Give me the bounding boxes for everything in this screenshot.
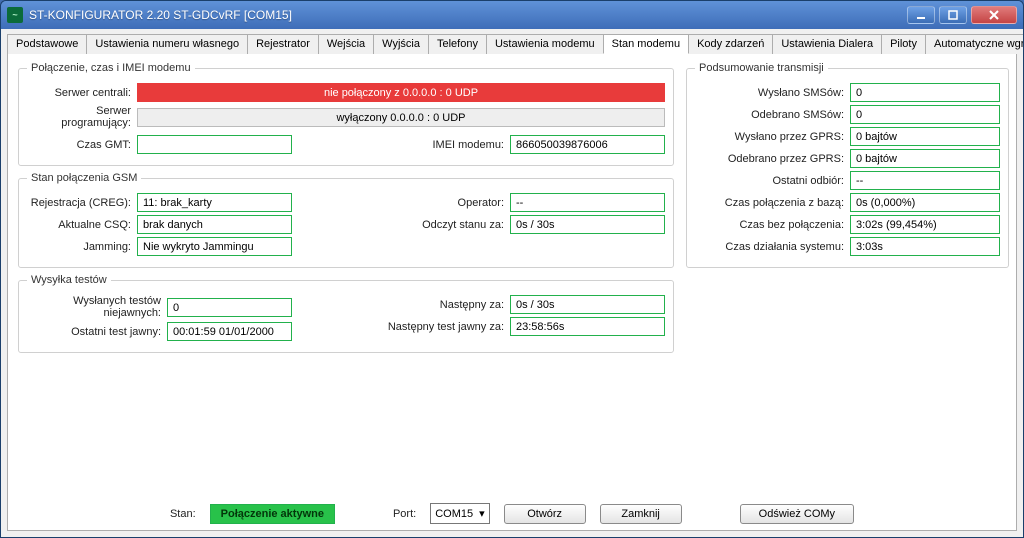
value-czas-sys: 3:03s <box>850 237 1000 256</box>
value-csq: brak danych <box>137 215 292 234</box>
tab-7[interactable]: Stan modemu <box>603 34 689 54</box>
label-csq: Aktualne CSQ: <box>27 219 137 231</box>
group-tests-title: Wysyłka testów <box>27 274 111 286</box>
tab-5[interactable]: Telefony <box>428 34 487 54</box>
label-wysl-test: Wysłanych testów niejawnych: <box>27 295 167 319</box>
group-gsm: Stan połączenia GSM Rejestracja (CREG):1… <box>18 172 674 268</box>
value-odeb-sms: 0 <box>850 105 1000 124</box>
tab-10[interactable]: Piloty <box>881 34 926 54</box>
group-connection-title: Połączenie, czas i IMEI modemu <box>27 62 195 74</box>
tab-2[interactable]: Rejestrator <box>247 34 319 54</box>
tab-content: Połączenie, czas i IMEI modemu Serwer ce… <box>7 54 1017 506</box>
port-select[interactable]: COM15 ▾ <box>430 503 489 524</box>
label-serwer-centrali: Serwer centrali: <box>27 87 137 99</box>
group-tests: Wysyłka testów Wysłanych testów niejawny… <box>18 274 674 353</box>
group-summary: Podsumowanie transmisji Wysłano SMSów: 0 … <box>686 62 1009 268</box>
value-wysl-sms: 0 <box>850 83 1000 102</box>
close-button[interactable] <box>971 6 1017 24</box>
status-bar: Stan: Połączenie aktywne Port: COM15 ▾ O… <box>7 497 1017 531</box>
value-imei: 866050039876006 <box>510 135 665 154</box>
tab-1[interactable]: Ustawienia numeru własnego <box>86 34 248 54</box>
label-nast: Następny za: <box>352 299 510 311</box>
value-nast-jawny: 23:58:56s <box>510 317 665 336</box>
maximize-button[interactable] <box>939 6 967 24</box>
tab-6[interactable]: Ustawienia modemu <box>486 34 604 54</box>
label-odeb-gprs: Odebrano przez GPRS: <box>695 153 850 165</box>
label-odeb-sms: Odebrano SMSów: <box>695 109 850 121</box>
label-ost-odbior: Ostatni odbiór: <box>695 175 850 187</box>
app-window: ~ ST-KONFIGURATOR 2.20 ST-GDCvRF [COM15]… <box>0 0 1024 538</box>
label-nast-jawny: Następny test jawny za: <box>352 321 510 333</box>
tab-0[interactable]: Podstawowe <box>7 34 87 54</box>
label-ost-test: Ostatni test jawny: <box>27 326 167 338</box>
label-czas-bez: Czas bez połączenia: <box>695 219 850 231</box>
minimize-button[interactable] <box>907 6 935 24</box>
value-jamming: Nie wykryto Jammingu <box>137 237 292 256</box>
app-icon: ~ <box>7 7 23 23</box>
label-serwer-prog: Serwer programujący: <box>27 105 137 129</box>
statusbar-port-label: Port: <box>393 508 416 520</box>
label-czas-pol: Czas połączenia z bazą: <box>695 197 850 209</box>
window-title: ST-KONFIGURATOR 2.20 ST-GDCvRF [COM15] <box>29 8 907 22</box>
refresh-com-button[interactable]: Odśwież COMy <box>740 504 854 524</box>
value-wysl-test: 0 <box>167 298 292 317</box>
tab-9[interactable]: Ustawienia Dialera <box>772 34 882 54</box>
value-ost-odbior: -- <box>850 171 1000 190</box>
chevron-down-icon: ▾ <box>479 507 485 520</box>
label-operator: Operator: <box>352 197 510 209</box>
label-rejestracja: Rejestracja (CREG): <box>27 197 137 209</box>
group-connection: Połączenie, czas i IMEI modemu Serwer ce… <box>18 62 674 166</box>
port-select-value: COM15 <box>435 508 473 520</box>
value-czas-pol: 0s (0,000%) <box>850 193 1000 212</box>
tab-11[interactable]: Automatyczne wgrywanie ustawień <box>925 34 1024 54</box>
label-imei: IMEI modemu: <box>352 139 510 151</box>
tab-bar: PodstawoweUstawienia numeru własnegoReje… <box>7 33 1017 54</box>
label-czas-sys: Czas działania systemu: <box>695 241 850 253</box>
close-port-button[interactable]: Zamknij <box>600 504 682 524</box>
tab-3[interactable]: Wejścia <box>318 34 374 54</box>
group-summary-title: Podsumowanie transmisji <box>695 62 828 74</box>
value-operator: -- <box>510 193 665 212</box>
open-button[interactable]: Otwórz <box>504 504 586 524</box>
value-czas-bez: 3:02s (99,454%) <box>850 215 1000 234</box>
label-czas-gmt: Czas GMT: <box>27 139 137 151</box>
value-rejestracja: 11: brak_karty <box>137 193 292 212</box>
statusbar-stan-value: Połączenie aktywne <box>210 504 335 524</box>
statusbar-stan-label: Stan: <box>170 508 196 520</box>
value-serwer-prog: wyłączony 0.0.0.0 : 0 UDP <box>137 108 665 127</box>
label-jamming: Jamming: <box>27 241 137 253</box>
tab-8[interactable]: Kody zdarzeń <box>688 34 773 54</box>
value-ost-test: 00:01:59 01/01/2000 <box>167 322 292 341</box>
group-gsm-title: Stan połączenia GSM <box>27 172 141 184</box>
value-wysl-gprs: 0 bajtów <box>850 127 1000 146</box>
label-wysl-sms: Wysłano SMSów: <box>695 87 850 99</box>
value-odeb-gprs: 0 bajtów <box>850 149 1000 168</box>
value-serwer-centrali: nie połączony z 0.0.0.0 : 0 UDP <box>137 83 665 102</box>
value-czas-gmt <box>137 135 292 154</box>
value-nast: 0s / 30s <box>510 295 665 314</box>
tab-4[interactable]: Wyjścia <box>373 34 429 54</box>
label-wysl-gprs: Wysłano przez GPRS: <box>695 131 850 143</box>
value-odczyt: 0s / 30s <box>510 215 665 234</box>
titlebar[interactable]: ~ ST-KONFIGURATOR 2.20 ST-GDCvRF [COM15] <box>1 1 1023 29</box>
label-odczyt: Odczyt stanu za: <box>352 219 510 231</box>
